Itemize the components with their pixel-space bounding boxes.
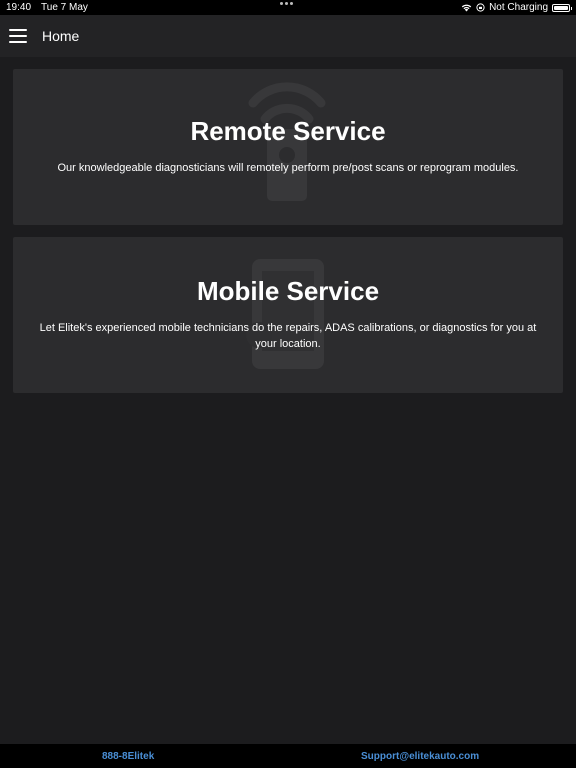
status-date: Tue 7 May <box>41 2 88 13</box>
remote-signal-icon <box>248 82 326 201</box>
status-time: 19:40 <box>6 2 32 13</box>
multitasking-dots-icon[interactable] <box>280 2 293 5</box>
orientation-lock-icon <box>476 3 485 12</box>
nav-bar: Home <box>0 15 576 57</box>
mobile-service-card[interactable]: Mobile Service Let Elitek's experienced … <box>13 237 563 393</box>
phone-link[interactable]: 888-8Elitek <box>102 751 154 762</box>
card-description: Our knowledgeable diagnosticians will re… <box>57 162 519 174</box>
card-title: Remote Service <box>190 116 386 146</box>
mobile-phone-icon <box>246 259 324 369</box>
hamburger-menu-icon[interactable] <box>9 29 29 43</box>
charging-status: Not Charging <box>489 2 548 13</box>
status-bar: 19:40 Tue 7 May Not Charging <box>0 0 576 15</box>
footer-bar: 888-8Elitek Support@elitekauto.com <box>0 744 576 768</box>
support-email-link[interactable]: Support@elitekauto.com <box>361 751 479 762</box>
wifi-icon <box>461 4 472 12</box>
status-right: Not Charging <box>461 2 572 13</box>
status-left: 19:40 Tue 7 May <box>6 2 88 13</box>
page-title: Home <box>42 28 80 44</box>
card-description: Let Elitek's experienced mobile technici… <box>39 322 537 350</box>
card-title: Mobile Service <box>196 276 380 306</box>
remote-service-card[interactable]: Remote Service Our knowledgeable diagnos… <box>13 69 563 225</box>
battery-icon <box>552 3 572 12</box>
